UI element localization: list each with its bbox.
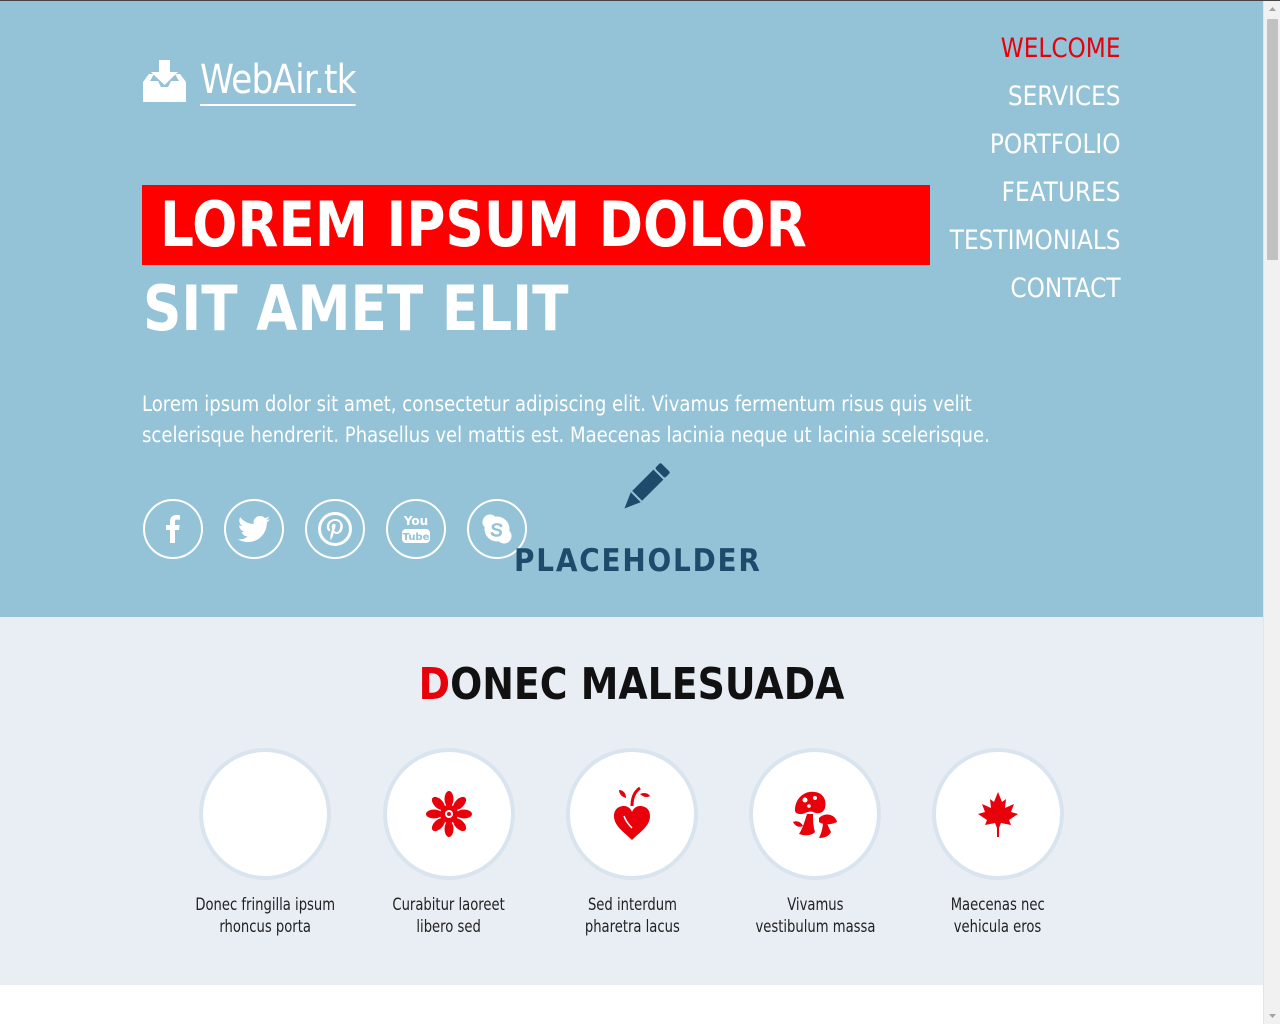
feature-circle-empty	[199, 748, 331, 880]
placeholder-image: PLACEHOLDER	[508, 457, 774, 581]
hero-headline-line2: SIT AMET ELIT	[143, 272, 569, 345]
facebook-link[interactable]	[143, 499, 203, 559]
feature-item[interactable]: Sed interdum pharetra lacus	[537, 748, 727, 938]
placeholder-text: PLACEHOLDER	[514, 543, 762, 579]
feature-item[interactable]: Curabitur laoreet libero sed	[354, 748, 544, 938]
pinterest-icon	[318, 512, 352, 546]
feature-label-line1: Maecenas nec	[950, 895, 1045, 915]
scrollbar-thumb[interactable]	[1267, 19, 1278, 260]
site-logo[interactable]: WebAir.tk	[143, 57, 381, 107]
feature-label-line1: Donec fringilla ipsum	[195, 895, 335, 915]
heart-vine-icon	[614, 786, 650, 840]
feature-label: Maecenas nec vehicula eros	[903, 894, 1093, 938]
hero-headline-highlighted: LOREM IPSUM DOLOR	[142, 185, 931, 265]
feature-item[interactable]: Vivamus vestibulum massa	[720, 748, 910, 938]
main-nav: WELCOME SERVICES PORTFOLIO FEATURES TEST…	[922, 25, 1121, 313]
maple-leaf-icon	[978, 792, 1018, 837]
flower-icon	[426, 791, 472, 837]
nav-item-testimonials[interactable]: TESTIMONIALS	[950, 217, 1121, 265]
scroll-up-arrow-icon[interactable]	[1264, 1, 1280, 18]
nav-item-services[interactable]: SERVICES	[950, 73, 1121, 121]
feature-label-line2: pharetra lacus	[584, 917, 680, 937]
scroll-down-arrow-icon[interactable]	[1264, 1007, 1280, 1024]
feature-circle	[566, 748, 698, 880]
services-title: DONEC MALESUADA	[0, 657, 1263, 713]
svg-text:Tube: Tube	[403, 532, 430, 543]
pinterest-link[interactable]	[305, 499, 365, 559]
youtube-icon: You Tube	[402, 514, 430, 543]
feature-circle	[749, 748, 881, 880]
youtube-link[interactable]: You Tube	[386, 499, 446, 559]
feature-item[interactable]: Donec fringilla ipsum rhoncus porta	[170, 748, 360, 938]
feature-label-line2: vehicula eros	[954, 917, 1042, 937]
nav-item-contact[interactable]: CONTACT	[950, 265, 1121, 313]
hero-headline-line1: LOREM IPSUM DOLOR	[160, 188, 807, 261]
feature-item[interactable]: Maecenas nec vehicula eros	[903, 748, 1093, 938]
services-title-first-letter: D	[418, 659, 451, 710]
services-section: DONEC MALESUADA Donec fringilla ipsum rho…	[0, 617, 1263, 985]
nav-item-welcome[interactable]: WELCOME	[950, 25, 1121, 73]
facebook-icon	[166, 515, 180, 543]
services-title-rest: ONEC MALESUADA	[450, 659, 845, 710]
feature-label: Donec fringilla ipsum rhoncus porta	[170, 894, 360, 938]
vertical-scrollbar[interactable]	[1263, 1, 1280, 1024]
mushroom-icon	[793, 791, 837, 838]
feature-label: Vivamus vestibulum massa	[720, 894, 910, 938]
feature-label-line1: Sed interdum	[587, 895, 677, 915]
feature-label-line2: rhoncus porta	[219, 917, 311, 937]
nav-item-portfolio[interactable]: PORTFOLIO	[950, 121, 1121, 169]
feature-label-line1: Curabitur laoreet	[392, 895, 506, 915]
download-tray-icon	[143, 60, 186, 102]
feature-circle	[932, 748, 1064, 880]
feature-circle	[383, 748, 515, 880]
nav-item-features[interactable]: FEATURES	[950, 169, 1121, 217]
feature-label-line1: Vivamus	[786, 895, 844, 915]
social-links: You Tube	[143, 499, 527, 559]
twitter-icon	[238, 516, 270, 542]
feature-label: Sed interdum pharetra lacus	[537, 894, 727, 938]
feature-label: Curabitur laoreet libero sed	[354, 894, 544, 938]
svg-text:You: You	[403, 514, 428, 528]
feature-label-line2: libero sed	[416, 917, 482, 937]
hero-intro-text: Lorem ipsum dolor sit amet, consectetur …	[142, 392, 990, 447]
twitter-link[interactable]	[224, 499, 284, 559]
hero-section: WebAir.tk WELCOME SERVICES PORTFOLIO FEA…	[0, 1, 1263, 617]
logo-text: WebAir.tk	[200, 57, 357, 106]
pencil-icon	[624, 463, 670, 509]
feature-label-line2: vestibulum massa	[755, 917, 875, 937]
